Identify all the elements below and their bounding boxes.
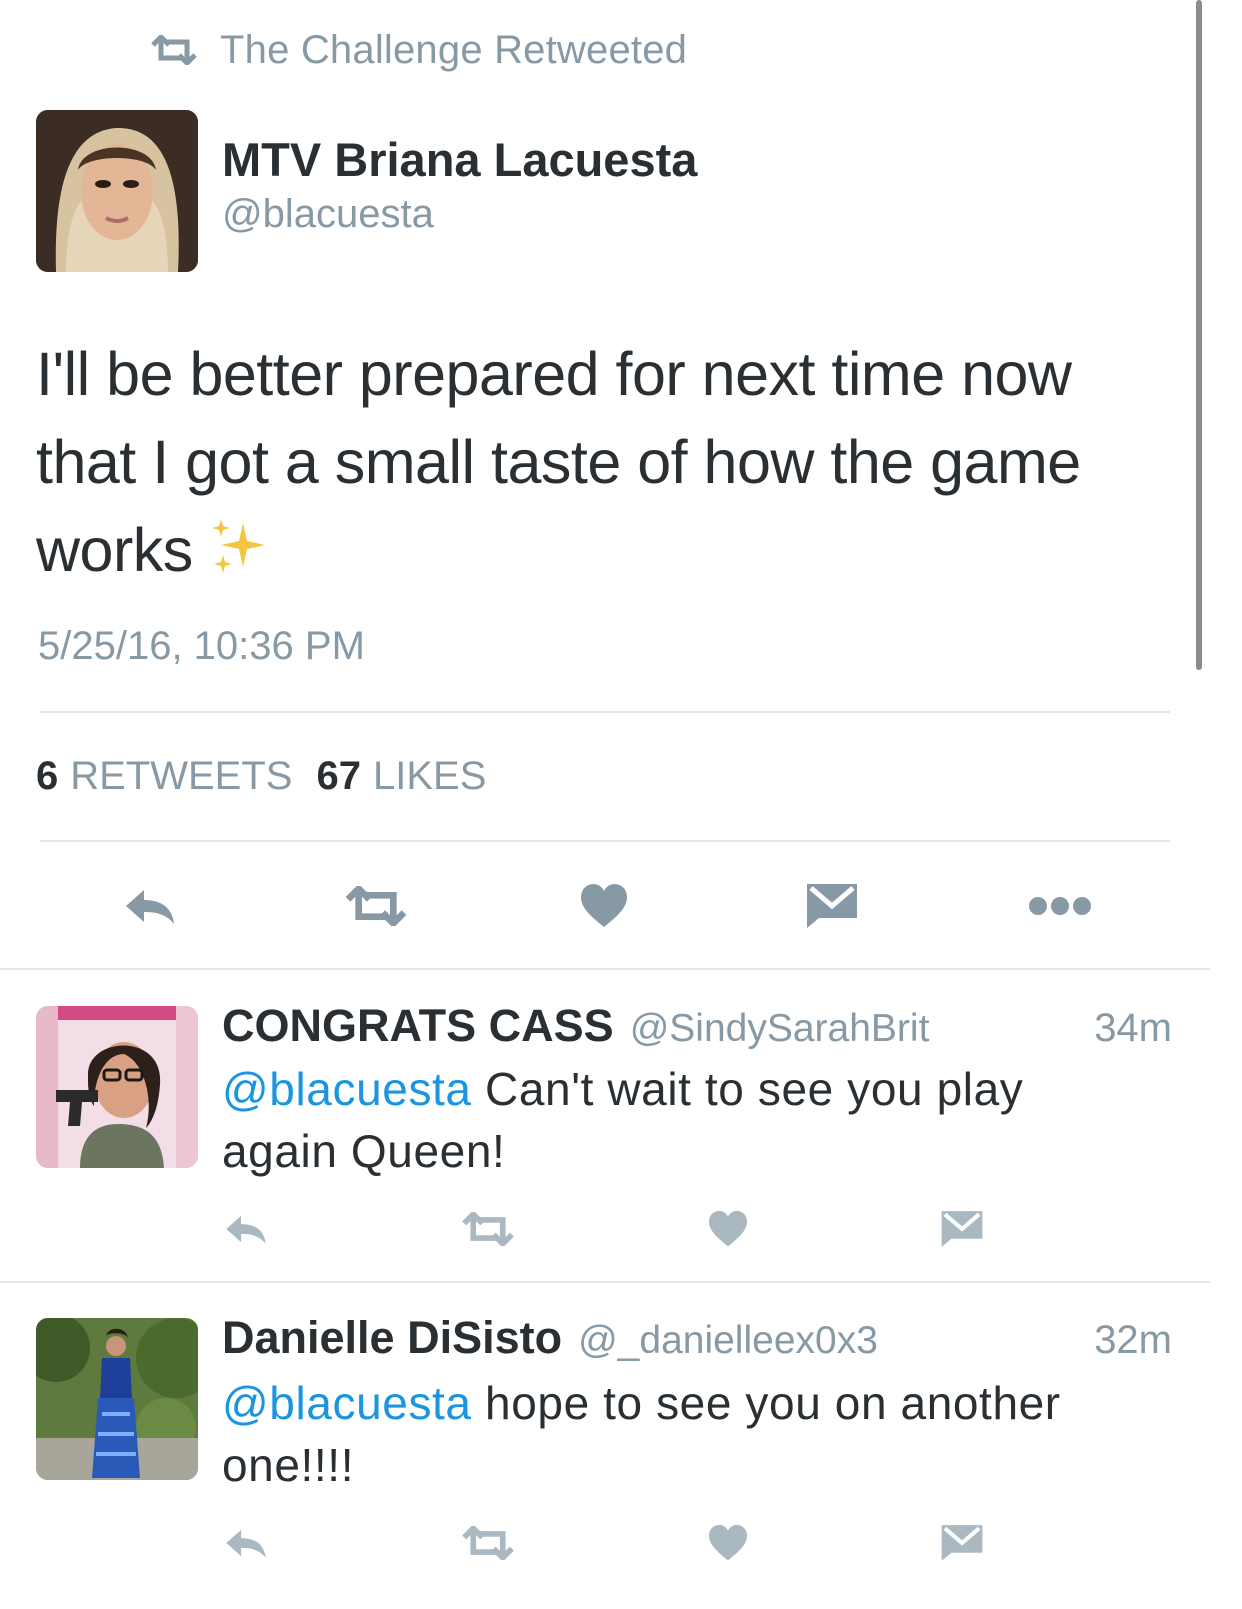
tweet-stats: 6 RETWEETS 67 LIKES	[36, 754, 510, 799]
reply-header: CONGRATS CASS @SindySarahBrit	[222, 1000, 1082, 1052]
tweet-text-line: works	[36, 516, 193, 584]
retweet-button[interactable]	[456, 1518, 520, 1568]
direct-message-icon	[940, 1209, 984, 1249]
tweet-text-line: that I got a small taste of how the game	[36, 428, 1081, 496]
author-handle[interactable]: @blacuesta	[222, 192, 434, 237]
reply-icon	[122, 886, 178, 926]
reply-text-line: Can't wait to see you play	[485, 1063, 1024, 1115]
reply-author-handle[interactable]: @_danielleex0x3	[578, 1319, 878, 1363]
sparkles-icon	[211, 519, 265, 573]
retweet-icon	[460, 1212, 516, 1246]
reply-avatar[interactable]	[36, 1006, 198, 1168]
divider	[0, 968, 1210, 970]
retweets-label[interactable]: RETWEETS	[70, 754, 292, 799]
direct-message-button[interactable]	[932, 1518, 992, 1568]
reply-icon	[223, 1526, 269, 1560]
likes-label[interactable]: LIKES	[373, 754, 486, 799]
reply-text-line: again Queen!	[222, 1125, 506, 1177]
reply-button[interactable]	[216, 1518, 276, 1568]
likes-count[interactable]: 67	[316, 754, 361, 799]
tweet-text: I'll be better prepared for next time no…	[36, 330, 1186, 594]
retweet-context: The Challenge Retweeted	[150, 26, 687, 74]
reply-text-line: one!!!!	[222, 1439, 355, 1491]
author-name[interactable]: MTV Briana Lacuesta	[222, 132, 697, 187]
reply-button[interactable]	[112, 876, 188, 936]
retweet-icon	[343, 886, 409, 926]
reply-text: @blacuesta hope to see you on another on…	[222, 1372, 1182, 1496]
reply-time: 34m	[1094, 1006, 1172, 1050]
retweet-icon	[460, 1526, 516, 1560]
more-button[interactable]	[1022, 876, 1098, 936]
reply-header: Danielle DiSisto @_danielleex0x3	[222, 1312, 1082, 1364]
author-avatar[interactable]	[36, 110, 198, 272]
tweet-text-line: I'll be better prepared for next time no…	[36, 340, 1072, 408]
reply-author-name[interactable]: Danielle DiSisto	[222, 1312, 562, 1364]
direct-message-icon	[805, 882, 859, 930]
mention-link[interactable]: @blacuesta	[222, 1377, 472, 1429]
retweet-button[interactable]	[456, 1204, 520, 1254]
reply-button[interactable]	[216, 1204, 276, 1254]
like-icon	[579, 883, 629, 929]
direct-message-button[interactable]	[932, 1204, 992, 1254]
retweet-context-label: The Challenge Retweeted	[220, 27, 688, 72]
like-button[interactable]	[698, 1518, 758, 1568]
scrollbar[interactable]	[1196, 0, 1202, 670]
reply-icon	[223, 1212, 269, 1246]
tweet-timestamp: 5/25/16, 10:36 PM	[38, 624, 365, 668]
like-button[interactable]	[698, 1204, 758, 1254]
divider	[0, 1281, 1210, 1283]
divider	[40, 711, 1170, 713]
reply-avatar[interactable]	[36, 1318, 198, 1480]
like-button[interactable]	[566, 876, 642, 936]
reply-text: @blacuesta Can't wait to see you play ag…	[222, 1058, 1182, 1182]
retweets-count[interactable]: 6	[36, 754, 58, 799]
reply-author-name[interactable]: CONGRATS CASS	[222, 1000, 614, 1052]
direct-message-button[interactable]	[794, 876, 870, 936]
retweet-button[interactable]	[338, 876, 414, 936]
reply-time: 32m	[1094, 1318, 1172, 1362]
like-icon	[707, 1524, 749, 1562]
divider	[40, 840, 1170, 842]
like-icon	[707, 1210, 749, 1248]
mention-link[interactable]: @blacuesta	[222, 1063, 472, 1115]
reply-author-handle[interactable]: @SindySarahBrit	[630, 1007, 930, 1051]
more-icon	[1029, 897, 1091, 915]
retweet-icon	[150, 35, 198, 65]
reply-text-line: hope to see you on another	[485, 1377, 1061, 1429]
direct-message-icon	[940, 1523, 984, 1563]
